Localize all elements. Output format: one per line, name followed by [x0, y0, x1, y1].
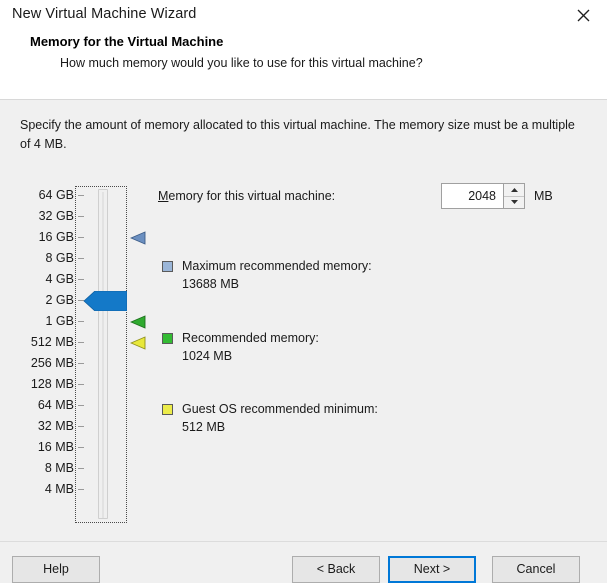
scale-tick-label: 4 MB [44, 482, 74, 496]
scale-tick-label: 64 GB [38, 188, 74, 202]
scale-tick-label: 16 MB [37, 440, 74, 454]
guest-os-minimum-marker [130, 335, 146, 352]
scale-tick-label: 8 MB [44, 461, 74, 475]
legend-value: 1024 MB [182, 349, 233, 363]
spinner-buttons [503, 184, 524, 208]
legend-value: 512 MB [182, 420, 226, 434]
scale-tick-label: 4 GB [45, 272, 75, 286]
wizard-body: Specify the amount of memory allocated t… [0, 101, 607, 541]
legend-label: Recommended memory: [182, 331, 319, 345]
scale-tick-label: 32 GB [38, 209, 74, 223]
window-title: New Virtual Machine Wizard [12, 6, 197, 22]
slider-track-fill [102, 192, 104, 518]
scale-tick-label: 2 GB [45, 293, 75, 307]
slider-thumb[interactable] [83, 290, 127, 311]
back-button[interactable]: < Back [292, 556, 380, 583]
memory-label-accelerator: M [158, 189, 169, 203]
memory-spinner[interactable]: 2048 [441, 183, 525, 209]
chevron-down-icon [510, 199, 519, 205]
instructions-text: Specify the amount of memory allocated t… [20, 118, 575, 151]
spinner-increment-button[interactable] [504, 184, 524, 197]
help-button[interactable]: Help [12, 556, 100, 583]
spinner-decrement-button[interactable] [504, 196, 524, 208]
scale-tick-label: 8 GB [45, 251, 75, 265]
slider-track[interactable] [98, 189, 108, 519]
scale-tick-label: 16 GB [38, 230, 74, 244]
yellow-swatch-icon [162, 404, 173, 415]
legend-label: Maximum recommended memory: [182, 259, 372, 273]
page-title: Memory for the Virtual Machine [30, 34, 224, 49]
legend-label: Guest OS recommended minimum: [182, 402, 378, 416]
legend-value: 13688 MB [182, 277, 239, 291]
memory-input[interactable]: 2048 [442, 184, 503, 208]
memory-scale-labels: 64 GB 32 GB 16 GB 8 GB 4 GB 2 GB 1 GB 512 MB 256… [0, 185, 74, 500]
close-icon [577, 9, 590, 22]
memory-field-label: Memory for this virtual machine: [158, 189, 335, 203]
scale-tick-label: 256 MB [30, 356, 74, 370]
memory-label-rest: emory for this virtual machine: [168, 189, 336, 203]
scale-tick-label: 128 MB [30, 377, 74, 391]
wizard-footer: Help < Back Next > Cancel [0, 541, 607, 583]
page-subtitle: How much memory would you like to use fo… [60, 56, 423, 70]
next-button[interactable]: Next > [388, 556, 476, 583]
chevron-up-icon [510, 187, 519, 193]
green-swatch-icon [162, 333, 173, 344]
memory-unit-label: MB [534, 189, 553, 203]
scale-tick-label: 512 MB [30, 335, 74, 349]
scale-tick-label: 64 MB [37, 398, 74, 412]
scale-tick-label: 1 GB [45, 314, 75, 328]
blue-swatch-icon [162, 261, 173, 272]
recommended-marker [130, 314, 146, 331]
wizard-header: New Virtual Machine Wizard Memory for th… [0, 0, 607, 100]
scale-tick-label: 32 MB [37, 419, 74, 433]
cancel-button[interactable]: Cancel [492, 556, 580, 583]
maximum-recommended-marker [130, 230, 146, 247]
close-button[interactable] [567, 2, 599, 28]
